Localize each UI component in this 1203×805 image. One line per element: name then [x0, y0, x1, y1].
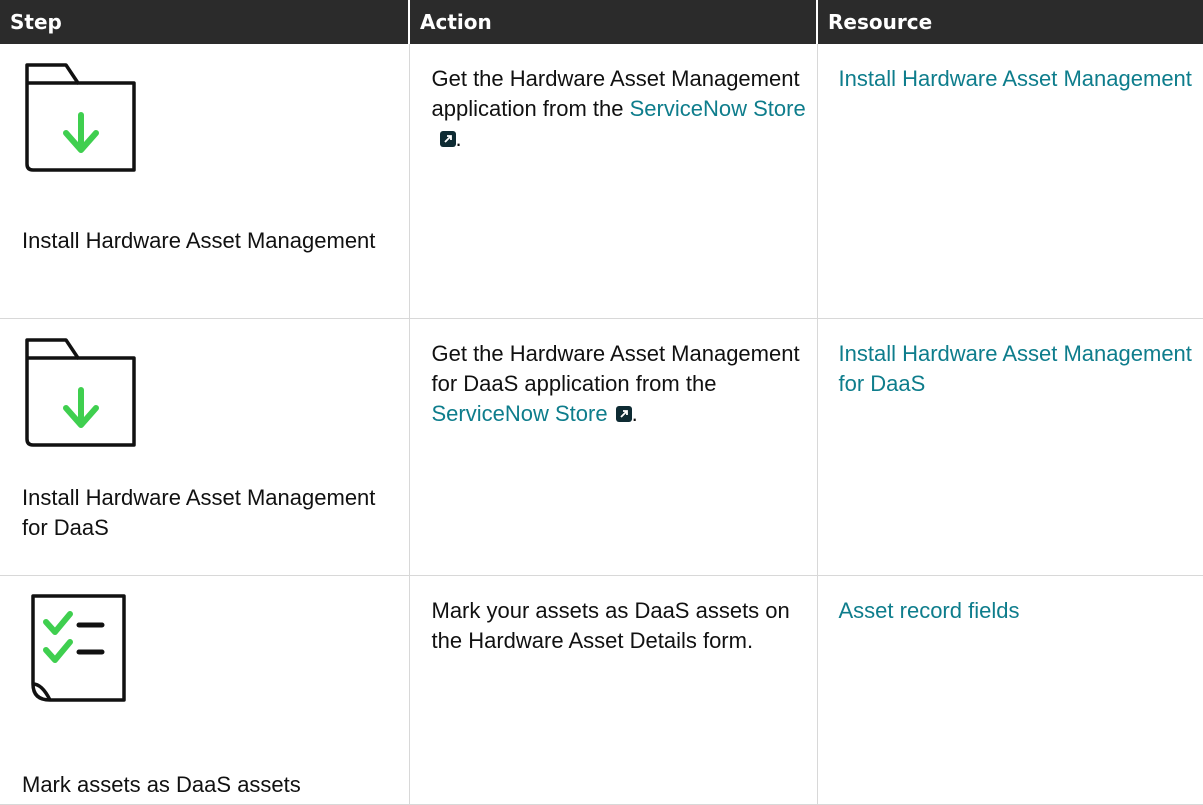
table-header-row: Step Action Resource: [0, 0, 1203, 44]
steps-table: Step Action Resource Install Hardware As…: [0, 0, 1203, 805]
action-punct: .: [631, 401, 638, 426]
step-label: Mark assets as DaaS assets: [22, 772, 301, 797]
table-row: Install Hardware Asset Management Get th…: [0, 44, 1203, 319]
table-row: Install Hardware Asset Management for Da…: [0, 318, 1203, 576]
action-punct: .: [455, 126, 462, 151]
resource-link[interactable]: Install Hardware Asset Management for Da…: [839, 341, 1192, 396]
header-step: Step: [0, 0, 410, 44]
folder-download-icon: [25, 338, 136, 447]
servicenow-store-link[interactable]: ServiceNow Store: [432, 401, 608, 426]
checklist-document-icon: [31, 594, 126, 702]
step-cell: Install Hardware Asset Management: [0, 44, 410, 319]
step-label: Install Hardware Asset Management for Da…: [22, 485, 376, 540]
servicenow-store-link[interactable]: ServiceNow Store: [630, 96, 806, 121]
header-resource: Resource: [817, 0, 1203, 44]
action-cell: Mark your assets as DaaS assets on the H…: [409, 575, 818, 805]
table-row: Mark assets as DaaS assets Mark your ass…: [0, 575, 1203, 805]
external-link-icon[interactable]: [439, 131, 456, 147]
step-cell: Install Hardware Asset Management for Da…: [0, 318, 410, 576]
header-action: Action: [409, 0, 818, 44]
resource-cell: Asset record fields: [817, 575, 1203, 805]
action-cell: Get the Hardware Asset Management applic…: [409, 44, 818, 319]
action-text: Get the Hardware Asset Management for Da…: [431, 341, 800, 396]
action-cell: Get the Hardware Asset Management for Da…: [409, 318, 818, 576]
resource-link[interactable]: Install Hardware Asset Management: [839, 66, 1192, 91]
resource-cell: Install Hardware Asset Management for Da…: [817, 318, 1203, 576]
resource-link[interactable]: Asset record fields: [839, 598, 1020, 623]
resource-cell: Install Hardware Asset Management: [817, 44, 1203, 319]
folder-download-icon: [25, 63, 136, 172]
external-link-icon[interactable]: [615, 406, 632, 422]
step-cell: Mark assets as DaaS assets: [0, 575, 410, 805]
action-text: Mark your assets as DaaS assets on the H…: [431, 598, 790, 653]
step-label: Install Hardware Asset Management: [22, 228, 376, 253]
